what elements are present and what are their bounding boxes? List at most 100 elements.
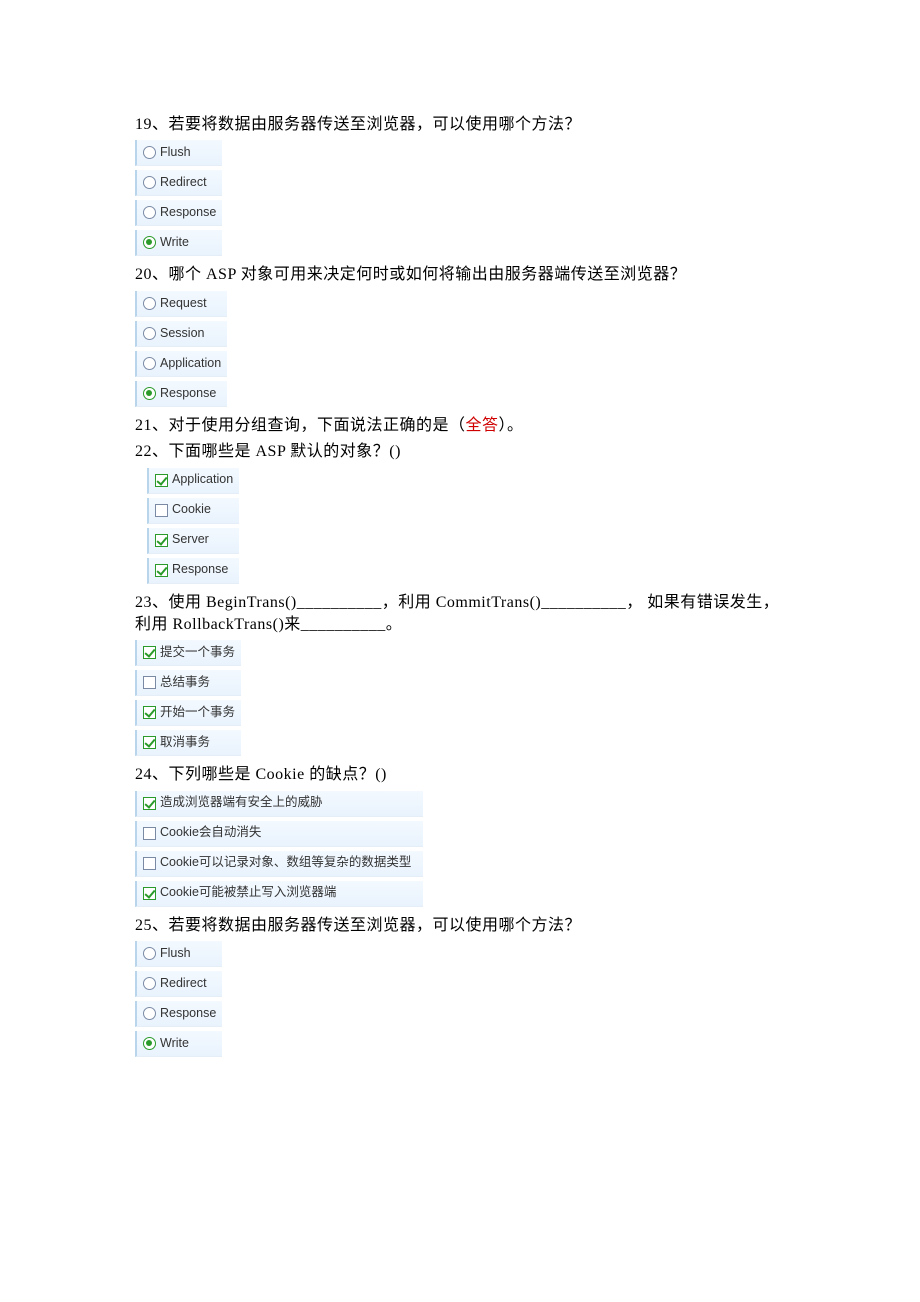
- radio-selected-icon: [143, 1037, 156, 1050]
- option-label: 开始一个事务: [160, 704, 235, 722]
- option-label: 造成浏览器端有安全上的威胁: [160, 794, 323, 812]
- question-20-options: Request Session Application Response: [135, 289, 227, 411]
- option-auto-disappear[interactable]: Cookie会自动消失: [135, 821, 423, 847]
- radio-icon: [143, 327, 156, 340]
- question-24-text: 24、下列哪些是 Cookie 的缺点？(): [135, 764, 790, 786]
- question-number: 25: [135, 917, 152, 934]
- question-22-options: Application Cookie Server Response: [135, 466, 239, 588]
- radio-icon: [143, 357, 156, 370]
- question-19-options: Flush Redirect Response Write: [135, 138, 222, 260]
- option-label: Cookie会自动消失: [160, 824, 261, 842]
- question-body-red: 全答: [466, 417, 499, 434]
- option-response[interactable]: Response: [135, 381, 227, 407]
- option-server[interactable]: Server: [147, 528, 239, 554]
- question-number: 24: [135, 766, 152, 783]
- option-label: 提交一个事务: [160, 644, 235, 662]
- checkbox-icon: [143, 676, 156, 689]
- option-summary-trans[interactable]: 总结事务: [135, 670, 241, 696]
- option-complex-types[interactable]: Cookie可以记录对象、数组等复杂的数据类型: [135, 851, 423, 877]
- radio-icon: [143, 176, 156, 189]
- option-flush[interactable]: Flush: [135, 941, 222, 967]
- question-body: 、下列哪些是 Cookie 的缺点？(): [152, 766, 387, 783]
- option-begin-trans[interactable]: 开始一个事务: [135, 700, 241, 726]
- option-label: 总结事务: [160, 674, 210, 692]
- checkbox-checked-icon: [143, 797, 156, 810]
- option-response[interactable]: Response: [135, 200, 222, 226]
- option-response[interactable]: Response: [135, 1001, 222, 1027]
- option-label: Response: [160, 204, 216, 222]
- question-23-text: 23、使用 BeginTrans()__________，利用 CommitTr…: [135, 592, 790, 637]
- option-label: Response: [172, 561, 228, 579]
- checkbox-checked-icon: [143, 706, 156, 719]
- option-application[interactable]: Application: [135, 351, 227, 377]
- option-label: Session: [160, 325, 204, 343]
- checkbox-checked-icon: [143, 646, 156, 659]
- radio-icon: [143, 206, 156, 219]
- option-label: Flush: [160, 144, 191, 162]
- question-body-post: ）。: [499, 417, 524, 434]
- question-body: 、下面哪些是 ASP 默认的对象？(): [152, 443, 401, 460]
- question-20-text: 20、哪个 ASP 对象可用来决定何时或如何将输出由服务器端传送至浏览器？: [135, 264, 790, 286]
- option-commit-trans[interactable]: 提交一个事务: [135, 640, 241, 666]
- question-24-options: 造成浏览器端有安全上的威胁 Cookie会自动消失 Cookie可以记录对象、数…: [135, 789, 423, 911]
- option-security-threat[interactable]: 造成浏览器端有安全上的威胁: [135, 791, 423, 817]
- option-redirect[interactable]: Redirect: [135, 170, 222, 196]
- question-21-text: 21、对于使用分组查询，下面说法正确的是（全答）。: [135, 415, 790, 437]
- option-label: Redirect: [160, 975, 207, 993]
- radio-icon: [143, 146, 156, 159]
- option-application[interactable]: Application: [147, 468, 239, 494]
- option-write[interactable]: Write: [135, 1031, 222, 1057]
- question-23-options: 提交一个事务 总结事务 开始一个事务 取消事务: [135, 638, 241, 760]
- question-body: 、若要将数据由服务器传送至浏览器，可以使用哪个方法？: [152, 917, 581, 934]
- option-cookie[interactable]: Cookie: [147, 498, 239, 524]
- option-label: Response: [160, 1005, 216, 1023]
- question-body: 、哪个 ASP 对象可用来决定何时或如何将输出由服务器端传送至浏览器？: [152, 266, 686, 283]
- question-25-text: 25、若要将数据由服务器传送至浏览器，可以使用哪个方法？: [135, 915, 790, 937]
- option-label: 取消事务: [160, 734, 210, 752]
- option-request[interactable]: Request: [135, 291, 227, 317]
- option-write[interactable]: Write: [135, 230, 222, 256]
- option-label: Server: [172, 531, 209, 549]
- option-label: Cookie可能被禁止写入浏览器端: [160, 884, 336, 902]
- question-number: 22: [135, 443, 152, 460]
- checkbox-icon: [143, 827, 156, 840]
- checkbox-checked-icon: [155, 534, 168, 547]
- radio-icon: [143, 1007, 156, 1020]
- checkbox-icon: [143, 857, 156, 870]
- question-number: 20: [135, 266, 152, 283]
- option-label: Write: [160, 1035, 189, 1053]
- question-22-text: 22、下面哪些是 ASP 默认的对象？(): [135, 441, 790, 463]
- option-redirect[interactable]: Redirect: [135, 971, 222, 997]
- question-body: 、使用 BeginTrans()__________，利用 CommitTran…: [135, 594, 779, 633]
- question-body: 、若要将数据由服务器传送至浏览器，可以使用哪个方法？: [152, 116, 581, 133]
- document-page: 19、若要将数据由服务器传送至浏览器，可以使用哪个方法？ Flush Redir…: [0, 0, 920, 1161]
- option-label: Cookie: [172, 501, 211, 519]
- radio-selected-icon: [143, 387, 156, 400]
- option-label: Request: [160, 295, 207, 313]
- question-19-text: 19、若要将数据由服务器传送至浏览器，可以使用哪个方法？: [135, 114, 790, 136]
- option-label: Application: [172, 471, 233, 489]
- radio-icon: [143, 977, 156, 990]
- option-session[interactable]: Session: [135, 321, 227, 347]
- option-label: Cookie可以记录对象、数组等复杂的数据类型: [160, 854, 411, 872]
- radio-icon: [143, 947, 156, 960]
- option-label: Response: [160, 385, 216, 403]
- checkbox-checked-icon: [155, 564, 168, 577]
- question-number: 19: [135, 116, 152, 133]
- radio-icon: [143, 297, 156, 310]
- option-label: Application: [160, 355, 221, 373]
- option-label: Redirect: [160, 174, 207, 192]
- question-number: 21: [135, 417, 152, 434]
- checkbox-checked-icon: [143, 887, 156, 900]
- option-write-blocked[interactable]: Cookie可能被禁止写入浏览器端: [135, 881, 423, 907]
- option-cancel-trans[interactable]: 取消事务: [135, 730, 241, 756]
- question-25-options: Flush Redirect Response Write: [135, 939, 222, 1061]
- option-response[interactable]: Response: [147, 558, 239, 584]
- question-body-pre: 、对于使用分组查询，下面说法正确的是（: [152, 417, 466, 434]
- checkbox-checked-icon: [143, 736, 156, 749]
- radio-selected-icon: [143, 236, 156, 249]
- option-label: Write: [160, 234, 189, 252]
- checkbox-checked-icon: [155, 474, 168, 487]
- option-flush[interactable]: Flush: [135, 140, 222, 166]
- checkbox-icon: [155, 504, 168, 517]
